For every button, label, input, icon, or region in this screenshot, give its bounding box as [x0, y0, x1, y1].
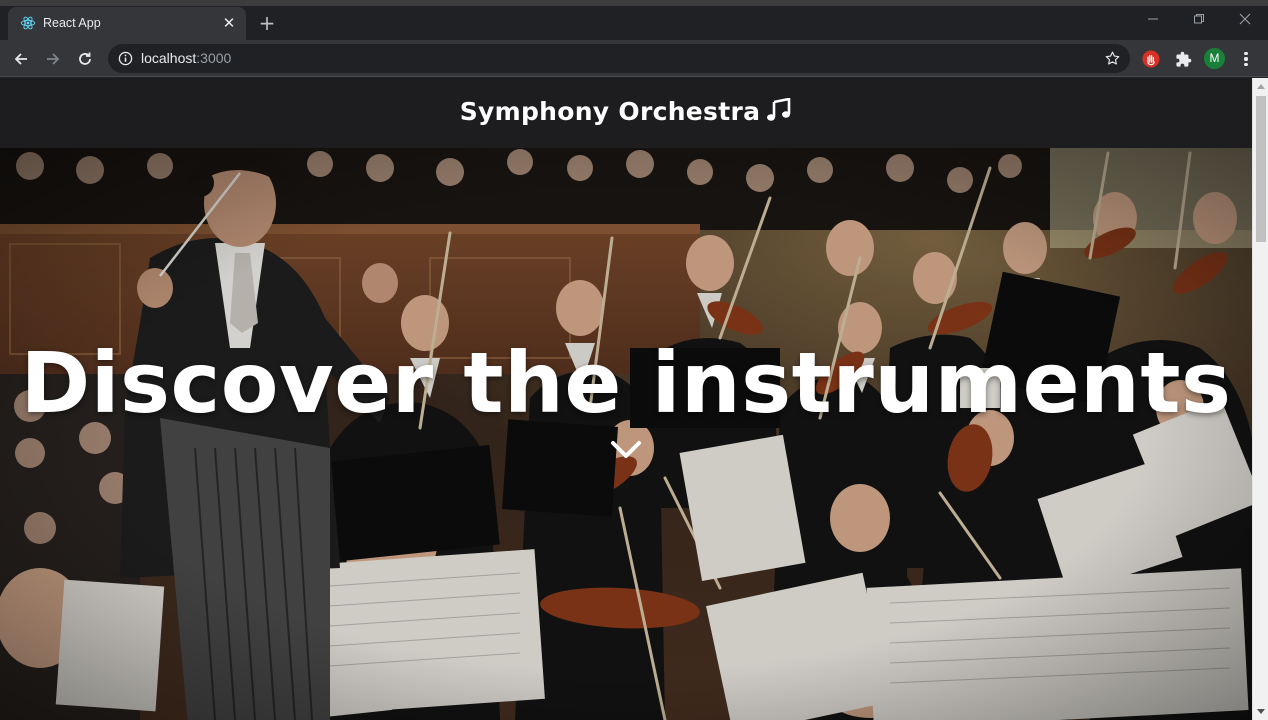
browser-toolbar: localhost:3000 M: [0, 40, 1268, 77]
window-close-icon[interactable]: [1222, 6, 1268, 38]
plus-icon[interactable]: +: [256, 12, 278, 34]
music-note-icon: [767, 98, 791, 121]
site-header: Symphony Orchestra: [0, 78, 1252, 148]
close-icon[interactable]: ✕: [220, 14, 238, 32]
tab-title: React App: [43, 16, 101, 30]
site-title-text: Symphony Orchestra: [459, 97, 761, 126]
reload-icon[interactable]: [72, 46, 98, 72]
chevron-down-icon[interactable]: [610, 438, 642, 462]
avatar[interactable]: M: [1204, 48, 1225, 69]
puzzle-piece-icon[interactable]: [1172, 48, 1194, 70]
hero-section: Discover the instruments: [0, 148, 1252, 720]
address-bar[interactable]: localhost:3000: [108, 44, 1130, 73]
info-icon[interactable]: [118, 51, 133, 66]
star-icon[interactable]: [1104, 50, 1121, 67]
site-title: Symphony Orchestra: [0, 97, 1252, 126]
minimize-icon[interactable]: [1130, 6, 1176, 38]
window-controls: [1130, 6, 1268, 38]
hero-heading: Discover the instruments: [20, 334, 1232, 432]
scroll-up-arrow-icon[interactable]: [1253, 78, 1268, 94]
three-dots-vertical-icon[interactable]: [1236, 48, 1256, 70]
address-port: :3000: [196, 50, 232, 66]
restore-icon[interactable]: [1176, 6, 1222, 38]
address-url[interactable]: localhost:3000: [141, 50, 231, 66]
page-viewport: Symphony Orchestra Discover the instrume…: [0, 78, 1252, 720]
page-scrollbar[interactable]: [1252, 78, 1268, 720]
browser-tab-strip: React App ✕ +: [0, 0, 1268, 40]
forward-arrow-icon[interactable]: [40, 46, 66, 72]
react-logo-icon: [20, 16, 36, 30]
red-hand-extension-icon[interactable]: [1140, 48, 1162, 70]
browser-tab[interactable]: React App ✕: [8, 7, 246, 40]
scroll-down-arrow-icon[interactable]: [1253, 704, 1268, 720]
back-arrow-icon[interactable]: [8, 46, 34, 72]
scrollbar-thumb[interactable]: [1256, 96, 1266, 242]
orchestra-photo: [0, 148, 1252, 720]
address-host: localhost: [141, 50, 197, 66]
